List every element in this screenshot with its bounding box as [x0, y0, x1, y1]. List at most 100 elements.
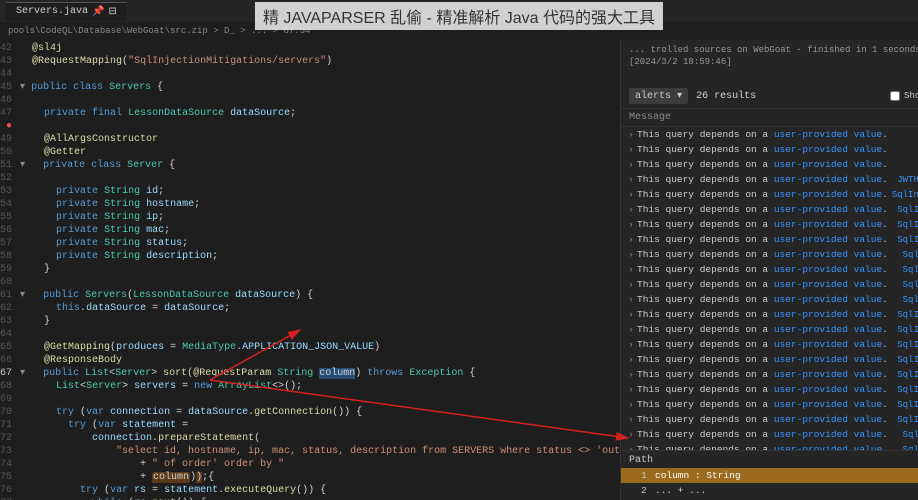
code-line[interactable]: private String ip; [20, 211, 620, 224]
result-location[interactable]: SqlInjectionLesson8.java:158:31 [893, 415, 918, 425]
path-row[interactable]: 1column : StringServers.java:67:28 [621, 468, 918, 483]
code-line[interactable]: ▾ public List<Server> sort(@RequestParam… [20, 367, 620, 380]
code-line[interactable]: ▾ public Servers(LessonDataSource dataSo… [20, 289, 620, 302]
result-row[interactable]: › This query depends on a user-provided … [621, 412, 918, 427]
code-line[interactable]: + " of order' order by " [20, 458, 620, 471]
result-row[interactable]: › This query depends on a user-provided … [621, 322, 918, 337]
chevron-right-icon[interactable]: › [625, 219, 637, 230]
result-row[interactable]: › This query depends on a user-provided … [621, 277, 918, 292]
chevron-right-icon[interactable]: › [625, 144, 637, 155]
result-location[interactable]: JWTHeaderKIDEndpoint.java:92:39 [893, 175, 918, 185]
chevron-right-icon[interactable]: › [625, 414, 637, 425]
chevron-right-icon[interactable]: › [625, 309, 637, 320]
chevron-right-icon[interactable]: › [625, 234, 637, 245]
result-row[interactable]: › This query depends on a user-provided … [621, 292, 918, 307]
code-line[interactable]: ▾ public class Servers { [20, 81, 620, 94]
chevron-right-icon[interactable]: › [625, 369, 637, 380]
code-line[interactable]: ▾ private class Server { [20, 159, 620, 172]
tab-servers[interactable]: Servers.java 📌 ⊟ [6, 2, 127, 21]
code-line[interactable]: try (var rs = statement.executeQuery()) … [20, 484, 620, 497]
code-line[interactable] [20, 172, 620, 185]
result-row[interactable]: › This query depends on a user-provided … [621, 352, 918, 367]
result-row[interactable]: › This query depends on a user-provided … [621, 172, 918, 187]
code-line[interactable]: List<Server> servers = new ArrayList<>()… [20, 380, 620, 393]
result-row[interactable]: › This query depends on a user-provided … [621, 247, 918, 262]
chevron-right-icon[interactable]: › [625, 294, 637, 305]
chevron-right-icon[interactable]: › [625, 324, 637, 335]
result-location[interactable]: SqlInjectionLesson5a.java:67:52 [893, 310, 918, 320]
result-location[interactable]: SqlInjectionLesson9.java:65:60 [899, 250, 918, 260]
code-line[interactable]: try (var connection = dataSource.getConn… [20, 406, 620, 419]
code-line[interactable]: this.dataSource = dataSource; [20, 302, 620, 315]
result-location[interactable]: SqlInjectionLesson5a.java:67:52 [893, 340, 918, 350]
alerts-dropdown[interactable]: alerts ▾ [629, 88, 688, 104]
result-location[interactable]: SqlInjectionLesson9.java:78:15 [899, 430, 918, 440]
code-line[interactable]: @sl4j [20, 42, 620, 55]
code-line[interactable]: private String id; [20, 185, 620, 198]
code-line[interactable]: @RequestMapping("SqlInjectionMitigations… [20, 55, 620, 68]
code-line[interactable]: private String status; [20, 237, 620, 250]
code-line[interactable] [20, 68, 620, 81]
chevron-right-icon[interactable]: › [625, 189, 637, 200]
chevron-right-icon[interactable]: › [625, 384, 637, 395]
code-line[interactable] [20, 94, 620, 107]
code-line[interactable]: private String hostname; [20, 198, 620, 211]
chevron-right-icon[interactable]: › [625, 339, 637, 350]
result-location[interactable]: SqlInjectionLesson6a.java:74:52 [893, 220, 918, 230]
result-row[interactable]: › This query depends on a user-provided … [621, 262, 918, 277]
result-location[interactable]: SqlInjectionLesson8.java:158:31 [893, 370, 918, 380]
code-line[interactable]: try (var statement = [20, 419, 620, 432]
chevron-right-icon[interactable]: › [625, 249, 637, 260]
results-list[interactable]: › This query depends on a user-provided … [621, 127, 918, 450]
chevron-right-icon[interactable]: › [625, 264, 637, 275]
result-row[interactable]: › This query depends on a user-provided … [621, 217, 918, 232]
code-line[interactable]: @ResponseBody [20, 354, 620, 367]
result-row[interactable]: › This query depends on a user-provided … [621, 307, 918, 322]
result-row[interactable]: › This query depends on a user-provided … [621, 367, 918, 382]
result-location[interactable]: SqlInjectionLesson8.java:158:31 [893, 355, 918, 365]
chevron-right-icon[interactable]: › [625, 174, 637, 185]
result-location[interactable]: SqlInjectionLesson8.java:62:33 [899, 280, 918, 290]
tainted-link[interactable]: SqlTainted.ql [629, 68, 918, 80]
chevron-right-icon[interactable]: › [625, 399, 637, 410]
chevron-right-icon[interactable]: › [625, 354, 637, 365]
code-line[interactable]: @Getter [20, 146, 620, 159]
result-row[interactable]: › This query depends on a user-provided … [621, 442, 918, 450]
result-row[interactable]: › This query depends on a user-provided … [621, 337, 918, 352]
code-line[interactable] [20, 393, 620, 406]
result-location[interactable]: SqlInjectionLesson5a.java:67:52 [893, 325, 918, 335]
code-line[interactable]: + column));{ [20, 471, 620, 484]
result-row[interactable]: › This query depends on a user-provided … [621, 127, 918, 142]
chevron-right-icon[interactable]: › [625, 279, 637, 290]
result-row[interactable]: › This query depends on a user-provided … [621, 427, 918, 442]
path-row[interactable]: 2... + ...Servers.java:73:15 [621, 483, 918, 498]
result-location[interactable]: SqlInjectionLesson10.java:72:15 [893, 235, 918, 245]
code-line[interactable]: private String mac; [20, 224, 620, 237]
code-line[interactable]: @GetMapping(produces = MediaType.APPLICA… [20, 341, 620, 354]
result-row[interactable]: › This query depends on a user-provided … [621, 157, 918, 172]
code-line[interactable]: connection.prepareStatement( [20, 432, 620, 445]
code-line[interactable]: } [20, 315, 620, 328]
result-location[interactable]: SqlInjectionLesson8.java:158:31 [893, 385, 918, 395]
result-location[interactable]: SqlInjectionLesson5.java:80:32 [899, 295, 918, 305]
result-row[interactable]: › This query depends on a user-provided … [621, 142, 918, 157]
close-icon[interactable]: ⊟ [108, 6, 116, 18]
code-line[interactable] [20, 276, 620, 289]
code-line[interactable] [20, 328, 620, 341]
result-row[interactable]: › This query depends on a user-provided … [621, 382, 918, 397]
code-line[interactable]: private String description; [20, 250, 620, 263]
result-row[interactable]: › This query depends on a user-provided … [621, 202, 918, 217]
code-area[interactable]: @sl4j @RequestMapping("SqlInjectionMitig… [20, 40, 620, 500]
result-row[interactable]: › This query depends on a user-provided … [621, 397, 918, 412]
result-location[interactable]: SqlInjectionLesson8.java:62:33 [899, 265, 918, 275]
chevron-right-icon[interactable]: › [625, 429, 637, 440]
chevron-right-icon[interactable]: › [625, 159, 637, 170]
code-line[interactable]: } [20, 263, 620, 276]
chevron-right-icon[interactable]: › [625, 129, 637, 140]
code-line[interactable]: "select id, hostname, ip, mac, status, d… [20, 445, 620, 458]
pin-icon[interactable]: 📌 [92, 6, 104, 18]
chevron-right-icon[interactable]: › [625, 204, 637, 215]
code-line[interactable]: @AllArgsConstructor [20, 133, 620, 146]
result-location[interactable]: SqlInjectionLesson8.java:158:31 [893, 400, 918, 410]
code-editor[interactable]: 424344454647●495051525354555657585960616… [0, 40, 620, 500]
